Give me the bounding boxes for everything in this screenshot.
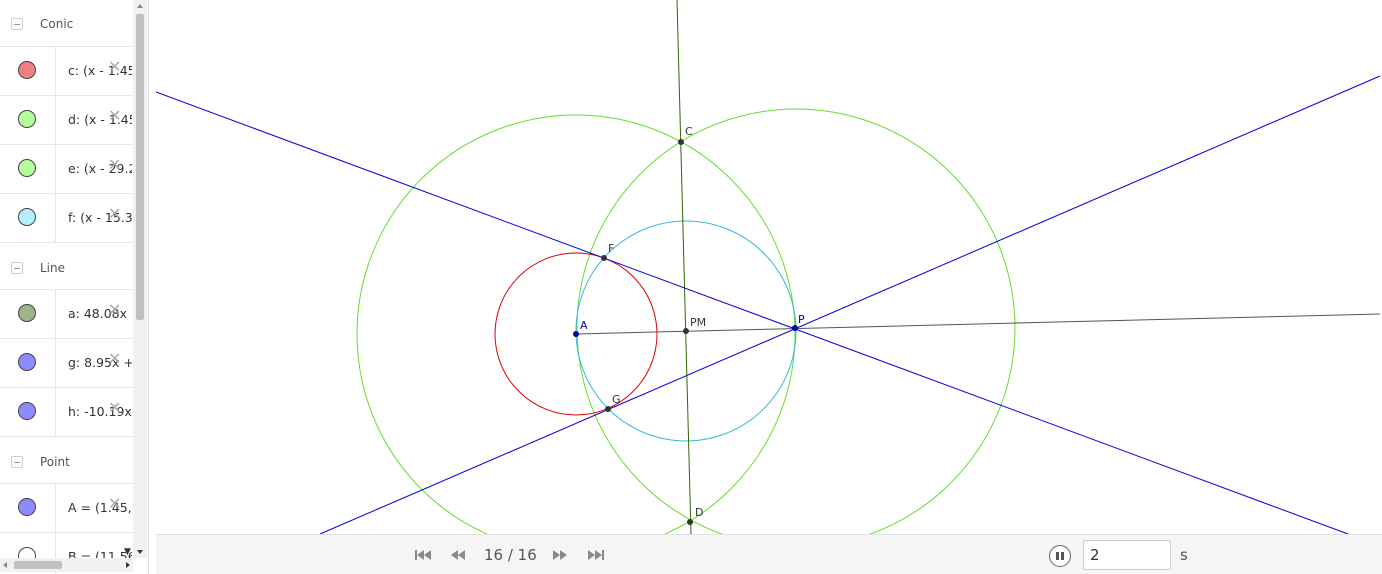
vertical-scrollbar[interactable] [133, 0, 147, 558]
previous-step-icon[interactable] [449, 547, 467, 563]
visibility-toggle[interactable] [18, 159, 36, 177]
label-P: P [798, 313, 805, 326]
item-expression[interactable]: A = (1.45, [68, 500, 132, 515]
delete-icon[interactable]: ✕ [108, 155, 121, 174]
collapse-icon[interactable] [11, 262, 23, 274]
delete-icon[interactable]: ✕ [108, 106, 121, 125]
item-expression[interactable]: f: (x - 15.33 [68, 210, 132, 225]
label-D: D [695, 506, 703, 519]
graphics-view[interactable]: A P C D F G PM [156, 0, 1382, 534]
visibility-toggle[interactable] [18, 353, 36, 371]
marble-cell [0, 339, 56, 387]
group-label: Point [40, 455, 70, 469]
algebra-view: Conic c: (x - 1.45 ✕ d: (x - 1.45 ✕ e: (… [0, 0, 149, 574]
pause-icon [1061, 552, 1064, 560]
marble-cell [0, 47, 56, 95]
point-A[interactable] [573, 331, 579, 337]
item-expression[interactable]: d: (x - 1.45 [68, 112, 132, 127]
marble-cell [0, 290, 56, 338]
algebra-item-e[interactable]: e: (x - 29.2 ✕ [0, 145, 133, 194]
visibility-toggle[interactable] [18, 304, 36, 322]
delete-icon[interactable]: ✕ [108, 398, 121, 417]
group-label: Conic [40, 17, 74, 31]
marble-cell [0, 388, 56, 436]
point-C[interactable] [678, 139, 684, 145]
tangent-line-g[interactable] [319, 75, 1381, 534]
step-counter: 16 / 16 [484, 546, 537, 564]
scroll-thumb[interactable] [136, 14, 144, 320]
last-step-icon[interactable] [587, 547, 605, 563]
next-step-icon[interactable] [551, 547, 569, 563]
item-expression[interactable]: h: -10.19x - [68, 404, 132, 419]
geometry-canvas[interactable]: A P C D F G PM [156, 0, 1382, 534]
scroll-left-icon[interactable] [3, 562, 7, 568]
pause-icon [1056, 552, 1059, 560]
point-PM[interactable] [683, 328, 689, 334]
scroll-up-icon[interactable] [137, 4, 143, 8]
collapse-icon[interactable] [11, 456, 23, 468]
label-F: F [608, 242, 614, 255]
point-D[interactable] [687, 519, 693, 525]
label-C: C [685, 125, 693, 138]
visibility-toggle[interactable] [18, 498, 36, 516]
item-expression[interactable]: e: (x - 29.2 [68, 161, 132, 176]
algebra-item-g[interactable]: g: 8.95x + ✕ [0, 339, 133, 388]
item-expression[interactable]: g: 8.95x + [68, 355, 132, 370]
marble-cell [0, 96, 56, 144]
algebra-item-a[interactable]: a: 48.08x + ✕ [0, 290, 133, 339]
group-header-line[interactable]: Line [0, 243, 133, 290]
delete-icon[interactable]: ✕ [108, 57, 121, 76]
visibility-toggle[interactable] [18, 110, 36, 128]
construction-player-bar: 16 / 16 s [156, 534, 1382, 574]
delete-icon[interactable]: ✕ [108, 300, 121, 319]
horizontal-scrollbar[interactable] [0, 558, 133, 572]
group-label: Line [40, 261, 66, 275]
marble-cell [0, 484, 56, 532]
algebra-item-h[interactable]: h: -10.19x - ✕ [0, 388, 133, 437]
algebra-item-d[interactable]: d: (x - 1.45 ✕ [0, 96, 133, 145]
label-G: G [612, 393, 621, 406]
visibility-toggle[interactable] [18, 61, 36, 79]
algebra-item-f[interactable]: f: (x - 15.33 ✕ [0, 194, 133, 243]
marble-cell [0, 145, 56, 193]
first-step-icon[interactable] [414, 547, 432, 563]
algebra-list: Conic c: (x - 1.45 ✕ d: (x - 1.45 ✕ e: (… [0, 0, 133, 574]
delete-icon[interactable]: ✕ [108, 204, 121, 223]
tangent-line-h[interactable] [156, 91, 1349, 534]
label-A: A [580, 319, 588, 332]
delete-icon[interactable]: ✕ [108, 494, 121, 513]
perpendicular-bisector[interactable] [676, 0, 692, 534]
point-F[interactable] [601, 255, 607, 261]
visibility-toggle[interactable] [18, 208, 36, 226]
marble-cell [0, 194, 56, 242]
dropdown-arrow-icon[interactable]: ▼ [124, 547, 131, 557]
item-expression[interactable]: c: (x - 1.45 [68, 63, 132, 78]
item-expression[interactable]: a: 48.08x + [68, 306, 132, 321]
point-G[interactable] [605, 406, 611, 412]
speed-unit: s [1180, 546, 1188, 564]
pause-button[interactable] [1049, 545, 1071, 567]
group-header-point[interactable]: Point [0, 437, 133, 484]
speed-input[interactable] [1083, 540, 1171, 570]
group-header-conic[interactable]: Conic [0, 0, 133, 47]
algebra-item-c[interactable]: c: (x - 1.45 ✕ [0, 47, 133, 96]
algebra-item-A[interactable]: A = (1.45, ✕ [0, 484, 133, 533]
scroll-right-icon[interactable] [126, 562, 130, 568]
visibility-toggle[interactable] [18, 402, 36, 420]
delete-icon[interactable]: ✕ [108, 349, 121, 368]
scroll-down-icon[interactable] [137, 550, 143, 554]
label-PM: PM [690, 316, 706, 329]
collapse-icon[interactable] [11, 18, 23, 30]
scroll-thumb[interactable] [14, 561, 62, 569]
